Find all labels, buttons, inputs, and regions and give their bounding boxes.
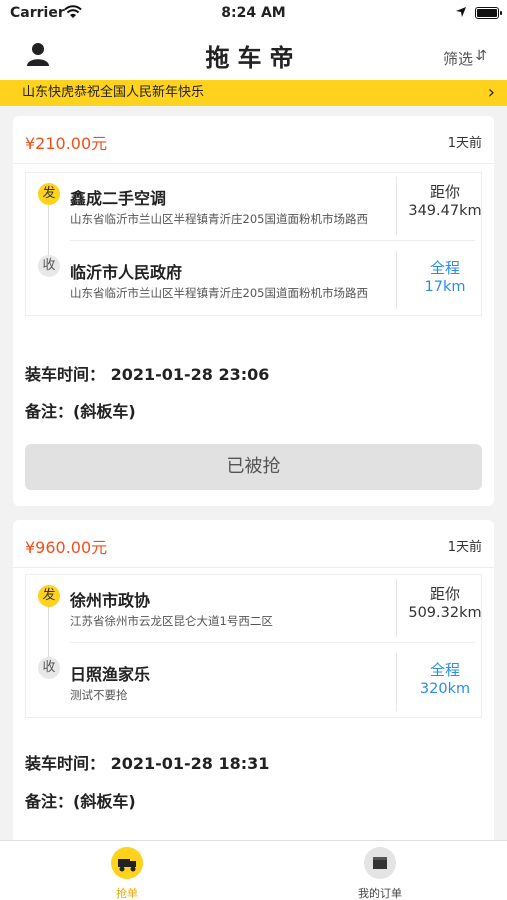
grabbed-button[interactable]: 已被抢	[25, 444, 482, 490]
origin-address: 山东省临沂市兰山区半程镇青沂庄205国道面粉机市场路西	[70, 212, 368, 226]
route-box: 发 收 徐州市政协 江苏省徐州市云龙区昆仑大道1号西二区 日照渔家乐 测试不要抢…	[25, 574, 482, 718]
notice-text: 山东快虎恭祝全国人民新年快乐	[22, 85, 205, 100]
order-header: ¥960.00元 1天前	[13, 520, 494, 568]
destination-address: 山东省临沂市兰山区半程镇青沂庄205国道面粉机市场路西	[70, 286, 368, 300]
order-note: 备注：(斜板车)	[25, 792, 136, 811]
send-badge: 发	[38, 585, 60, 607]
divider	[396, 653, 397, 711]
app-title: 拖车帝	[205, 43, 302, 72]
order-card[interactable]: ¥210.00元 1天前 发 收 鑫成二手空调 山东省临沂市兰山区半程镇青沂庄2…	[13, 116, 494, 506]
route-box: 发 收 鑫成二手空调 山东省临沂市兰山区半程镇青沂庄205国道面粉机市场路西 临…	[25, 172, 482, 316]
filter-sort-icon[interactable]: ⇵	[475, 48, 487, 64]
divider	[396, 177, 397, 235]
order-age: 1天前	[447, 540, 482, 555]
distance-label: 距你	[429, 183, 460, 201]
route-connector	[48, 205, 49, 255]
total-distance-label: 全程	[429, 661, 460, 679]
destination-name: 临沂市人民政府	[70, 263, 183, 282]
distance-label: 距你	[429, 585, 460, 603]
origin-name: 徐州市政协	[70, 591, 151, 610]
chevron-right-icon: ›	[487, 82, 495, 103]
tab-my-orders[interactable]: 我的订单	[340, 847, 420, 900]
order-age: 1天前	[447, 136, 482, 151]
distance-value: 509.32km	[408, 605, 482, 621]
destination-name: 日照渔家乐	[70, 665, 151, 684]
total-distance-value: 17km	[424, 279, 466, 295]
divider	[70, 240, 475, 241]
receive-badge: 收	[38, 657, 60, 679]
clock: 8:24 AM	[221, 5, 286, 21]
route-connector	[48, 607, 49, 657]
receive-badge: 收	[38, 255, 60, 277]
battery-icon	[475, 7, 502, 19]
tab-grab-orders-label: 抢单	[116, 887, 138, 900]
notice-banner[interactable]: 山东快虎恭祝全国人民新年快乐 ›	[0, 80, 507, 106]
filter-button[interactable]: 筛选	[443, 48, 473, 69]
divider	[70, 642, 475, 643]
load-time: 装车时间： 2021-01-28 23:06	[25, 365, 270, 384]
total-distance-label: 全程	[429, 259, 460, 277]
tow-truck-icon	[111, 847, 143, 879]
send-badge: 发	[38, 183, 60, 205]
status-bar: Carrier 8:24 AM	[0, 0, 507, 28]
orders-box-icon	[364, 847, 396, 879]
load-time: 装车时间： 2021-01-28 18:31	[25, 754, 270, 773]
origin-address: 江苏省徐州市云龙区昆仑大道1号西二区	[70, 614, 273, 628]
tab-bar: 抢单 我的订单	[0, 840, 507, 900]
divider	[396, 251, 397, 309]
tab-grab-orders[interactable]: 抢单	[87, 847, 167, 900]
order-price: ¥960.00元	[25, 538, 108, 557]
distance-value: 349.47km	[408, 203, 482, 219]
destination-address: 测试不要抢	[70, 688, 128, 702]
total-distance-value: 320km	[419, 681, 471, 697]
origin-name: 鑫成二手空调	[70, 189, 167, 208]
order-price: ¥210.00元	[25, 134, 108, 153]
nav-bar: 拖车帝 筛选 ⇵	[0, 28, 507, 80]
order-card[interactable]: ¥960.00元 1天前 发 收 徐州市政协 江苏省徐州市云龙区昆仑大道1号西二…	[13, 520, 494, 850]
location-arrow-icon	[455, 6, 467, 22]
tab-my-orders-label: 我的订单	[358, 887, 402, 900]
order-header: ¥210.00元 1天前	[13, 116, 494, 164]
divider	[396, 579, 397, 637]
order-note: 备注：(斜板车)	[25, 402, 136, 421]
